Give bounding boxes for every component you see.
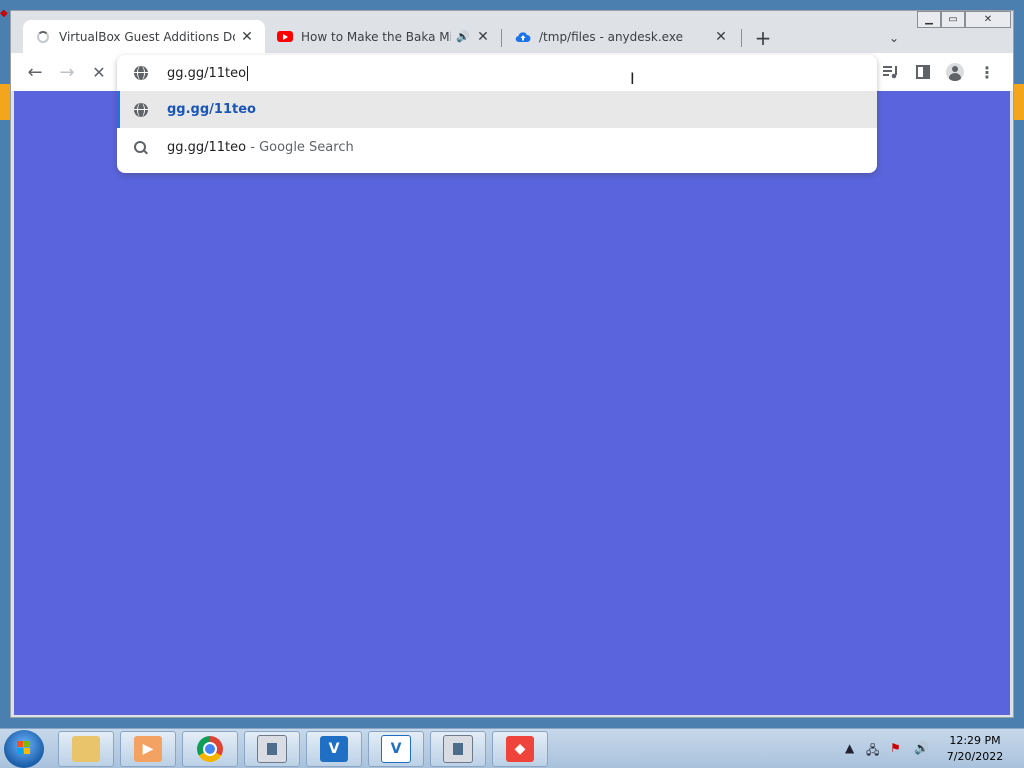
tab-separator — [501, 29, 502, 47]
side-panel-icon[interactable] — [911, 60, 935, 84]
suggestion-text: gg.gg/11teo — [167, 140, 247, 155]
globe-icon — [134, 66, 148, 80]
audio-playing-icon[interactable]: 🔊 — [455, 29, 471, 45]
forward-arrow-icon[interactable]: → — [55, 60, 79, 84]
tab-anydesk-files[interactable]: /tmp/files - anydesk.exe ✕ — [503, 20, 739, 53]
address-input[interactable]: gg.gg/11teo — [167, 65, 249, 81]
profile-avatar-icon[interactable] — [943, 60, 967, 84]
vscode-icon: V — [381, 735, 411, 763]
taskbar-vscode-2[interactable]: V — [368, 731, 424, 767]
omnibox-dropdown[interactable]: gg.gg/11teo gg.gg/11teo gg.gg/11teo - Go… — [117, 55, 877, 173]
tab-title: VirtualBox Guest Additions Down — [59, 29, 235, 44]
taskbar-vscode[interactable]: V — [306, 731, 362, 767]
taskbar-media-player[interactable]: ▶ — [120, 731, 176, 767]
tab-search-chevron-down-icon[interactable]: ⌄ — [883, 27, 905, 49]
clock-date: 7/20/2022 — [946, 750, 1004, 763]
windows-logo-icon — [17, 741, 31, 755]
close-window-button[interactable]: ✕ — [965, 11, 1011, 28]
tab-title: How to Make the Baka Mita — [301, 29, 451, 44]
suggestion-secondary: - Google Search — [246, 140, 354, 155]
taskbar-chrome[interactable] — [182, 731, 238, 767]
address-bar[interactable]: gg.gg/11teo — [117, 55, 877, 91]
browser-window: VirtualBox Guest Additions Down ✕ How to… — [10, 10, 1014, 718]
loading-spinner-icon — [35, 29, 51, 45]
system-clock[interactable]: 12:29 PM 7/20/2022 — [940, 733, 1010, 765]
network-icon[interactable]: 🖧 — [866, 741, 879, 762]
document-icon — [443, 735, 473, 763]
tab-youtube[interactable]: How to Make the Baka Mita 🔊 ✕ — [265, 20, 501, 53]
stop-loading-icon[interactable]: ✕ — [87, 60, 111, 84]
volume-icon[interactable]: 🔊 — [914, 741, 929, 755]
media-control-icon[interactable] — [879, 60, 903, 84]
desktop-corner: ◆ — [0, 8, 8, 19]
taskbar-document-app[interactable] — [430, 731, 486, 767]
tab-close-icon[interactable]: ✕ — [239, 29, 255, 45]
globe-icon — [134, 102, 148, 117]
taskbar-anydesk[interactable]: ◆ — [492, 731, 548, 767]
back-arrow-icon[interactable]: ← — [23, 60, 47, 84]
menu-kebab-icon[interactable]: ⋮ — [975, 60, 999, 84]
maximize-button[interactable]: ▭ — [941, 11, 965, 28]
media-player-icon: ▶ — [134, 736, 162, 762]
chrome-icon — [197, 736, 223, 762]
youtube-icon — [277, 29, 293, 45]
start-button[interactable] — [4, 730, 44, 768]
taskbar-file-explorer[interactable] — [58, 731, 114, 767]
vscode-icon: V — [320, 736, 348, 762]
suggestion-search[interactable]: gg.gg/11teo - Google Search — [117, 129, 877, 166]
taskbar: ▶ V V ◆ ▲ 🖧 ⚑ 🔊 12:29 PM 7/20/2022 — [0, 728, 1024, 768]
folder-icon — [72, 736, 100, 762]
anydesk-icon: ◆ — [506, 736, 534, 762]
suggestion-url[interactable]: gg.gg/11teo — [117, 91, 877, 128]
new-tab-button[interactable]: + — [751, 26, 775, 50]
suggestion-text: gg.gg/11teo — [167, 102, 256, 117]
cloud-upload-icon — [515, 29, 531, 45]
tab-separator — [741, 29, 742, 47]
tab-virtualbox[interactable]: VirtualBox Guest Additions Down ✕ — [23, 20, 265, 53]
tab-title: /tmp/files - anydesk.exe — [539, 29, 683, 44]
action-center-icon[interactable]: ⚑ — [890, 741, 901, 755]
tab-close-icon[interactable]: ✕ — [475, 29, 491, 45]
clock-time: 12:29 PM — [949, 734, 1001, 747]
show-hidden-icons-icon[interactable]: ▲ — [845, 741, 854, 755]
tab-close-icon[interactable]: ✕ — [713, 29, 729, 45]
taskbar-text-editor[interactable] — [244, 731, 300, 767]
page-content — [14, 91, 1010, 715]
search-icon — [134, 140, 148, 155]
tab-strip: VirtualBox Guest Additions Down ✕ How to… — [11, 11, 1013, 53]
minimize-button[interactable]: ▁ — [917, 11, 941, 28]
document-icon — [257, 735, 287, 763]
address-input-value: gg.gg/11teo — [167, 65, 247, 81]
text-cursor-icon: I — [630, 69, 635, 88]
